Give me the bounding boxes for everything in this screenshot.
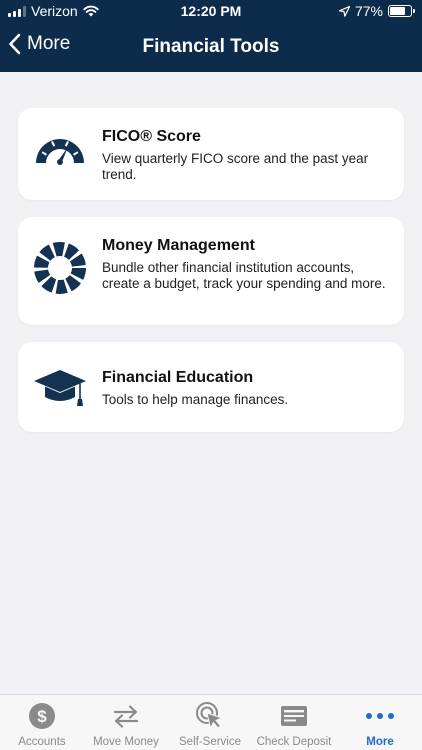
money-management-card[interactable]: Money Management Bundle other financial … [18, 217, 404, 325]
status-bar: Verizon 12:20 PM 77% [0, 0, 422, 24]
transfer-arrows-icon [113, 705, 139, 728]
donut-chart-icon [34, 242, 86, 294]
more-dots-icon [366, 713, 394, 719]
fico-score-card[interactable]: FICO® Score View quarterly FICO score an… [18, 108, 404, 200]
battery-percent: 77% [354, 3, 383, 19]
financial-education-card[interactable]: Financial Education Tools to help manage… [18, 342, 404, 432]
card-title: Money Management [102, 237, 255, 254]
pointer-click-icon [196, 702, 224, 730]
gauge-icon [36, 139, 84, 165]
card-description: Tools to help manage finances. [102, 392, 289, 407]
svg-text:$: $ [37, 707, 47, 726]
tab-move-money[interactable]: Move Money [84, 695, 168, 750]
tab-label: Accounts [18, 736, 66, 748]
card-title: FICO® Score [102, 128, 201, 145]
card-description: View quarterly FICO score and the past y… [102, 151, 369, 182]
tab-check-deposit[interactable]: Check Deposit [252, 695, 336, 750]
card-description: Bundle other financial institution accou… [102, 260, 386, 291]
app-header: Verizon 12:20 PM 77% More Financial Tool… [0, 0, 422, 72]
tab-bar: $ Accounts Move Money Self-Service Check… [0, 694, 422, 750]
tab-label: More [366, 736, 394, 748]
tab-label: Check Deposit [256, 736, 332, 748]
location-arrow-icon [338, 5, 350, 17]
dollar-circle-icon: $ [29, 703, 55, 729]
graduation-cap-icon [34, 370, 86, 406]
page-title: Financial Tools [142, 36, 280, 57]
tab-label: Move Money [93, 736, 159, 748]
tab-more[interactable]: More [338, 695, 422, 750]
card-title: Financial Education [102, 369, 254, 386]
tab-accounts[interactable]: $ Accounts [0, 695, 84, 750]
tab-label: Self-Service [179, 736, 241, 748]
status-right: 77% [338, 3, 415, 19]
battery-level [390, 7, 405, 15]
battery-icon [388, 5, 415, 17]
tools-list: FICO® Score View quarterly FICO score an… [18, 108, 404, 432]
tab-self-service[interactable]: Self-Service [168, 695, 252, 750]
check-icon [281, 706, 307, 726]
